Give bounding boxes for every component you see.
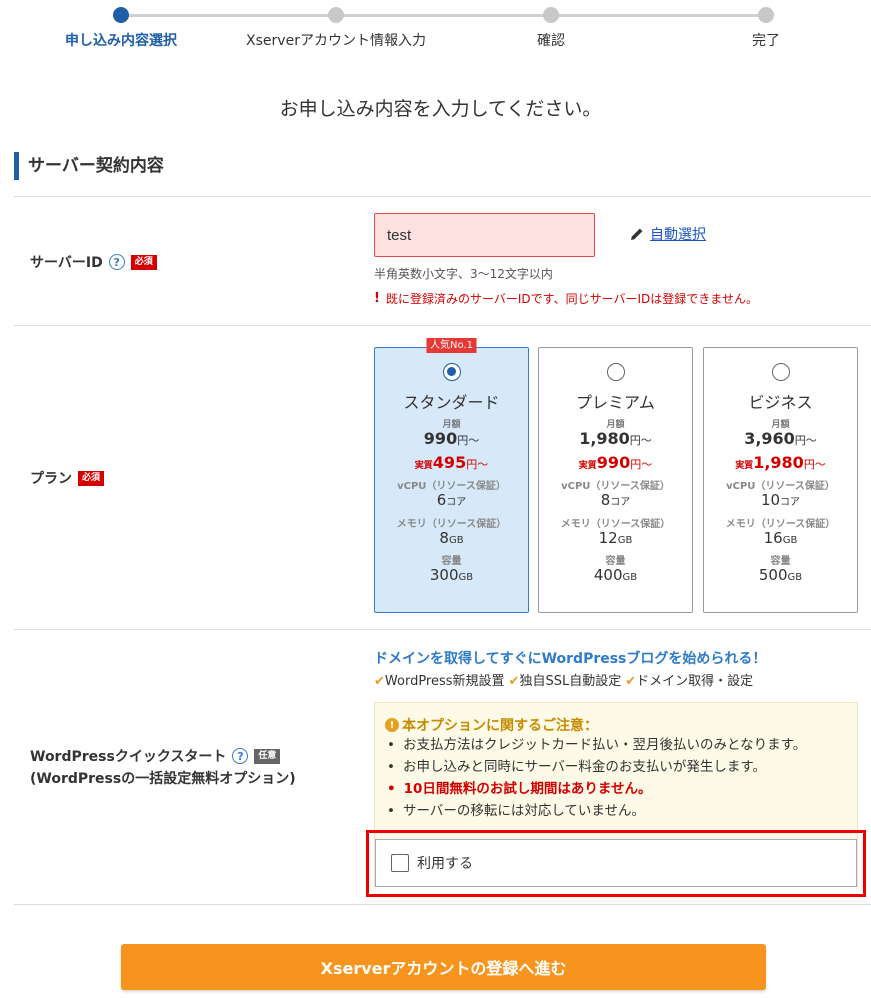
submit-button[interactable]: Xserverアカウントの登録へ進む [121, 944, 766, 990]
memory-label: メモリ（リソース保証） [396, 518, 507, 530]
step-dot-2 [328, 7, 344, 23]
plan-label-group: プラン 必須 [30, 468, 105, 488]
plan-effective-price: 実質990円～ [578, 452, 653, 472]
pencil-icon [631, 228, 643, 240]
server-id-label-group: サーバーID ? 必須 [30, 252, 157, 272]
wp-sublabel: (WordPressの一括設定無料オプション) [30, 771, 296, 787]
plan-card-business[interactable]: ビジネス 月額 3,960円～ 実質1,980円～ vCPU（リソース保証） 1… [703, 347, 858, 613]
plan-name: ビジネス [748, 393, 813, 412]
divider [14, 629, 871, 630]
error-icon: ! [374, 291, 380, 306]
plan-label: プラン [30, 471, 72, 487]
required-badge: 必須 [130, 254, 157, 270]
feature-item: ✔独自SSL自動設定 [508, 674, 622, 689]
use-option-highlight: 利用する [366, 830, 866, 897]
stepper-track [121, 14, 766, 17]
check-icon: ✔ [625, 674, 637, 689]
memory-value: 12GB [598, 528, 633, 547]
plan-radio-premium[interactable] [606, 363, 625, 381]
notice-title: ! 本オプションに関するご注意： [385, 715, 598, 735]
step-label-1: 申し込み内容選択 [65, 33, 177, 49]
vcpu-value: 6コア [436, 491, 467, 510]
plan-effective-price: 実質1,980円～ [735, 452, 826, 472]
warning-icon: ! [385, 718, 399, 732]
auto-select-label: 自動選択 [650, 227, 706, 243]
storage-label: 容量 [441, 556, 462, 568]
storage-value: 400GB [593, 566, 638, 585]
plan-name: スタンダード [403, 393, 500, 412]
help-icon[interactable]: ? [232, 748, 249, 764]
required-badge: 必須 [78, 470, 105, 486]
use-label: 利用する [417, 856, 473, 872]
vcpu-label: vCPU（リソース保証） [397, 481, 506, 493]
step-dot-4 [758, 7, 774, 23]
step-dot-3 [543, 7, 559, 23]
server-id-input[interactable] [374, 213, 595, 257]
wp-label-group: WordPressクイックスタート ? 任意 [30, 746, 281, 766]
server-id-error: ! 既に登録済みのサーバーIDです、同じサーバーIDは登録できません。 [374, 290, 758, 307]
notice-list: お支払方法はクレジットカード払い・翌月後払いのみとなります。 お申し込みと同時に… [387, 737, 806, 825]
memory-value: 8GB [439, 528, 464, 547]
progress-stepper: 申し込み内容選択 Xserverアカウント情報入力 確認 完了 [0, 0, 871, 60]
vcpu-value: 8コア [600, 491, 631, 510]
notice-item: サーバーの移転には対応していません。 [387, 803, 806, 820]
optional-badge: 任意 [254, 748, 281, 764]
notice-item: 10日間無料のお試し期間はありません。 [387, 781, 806, 798]
step-dot-1 [113, 7, 129, 23]
storage-value: 300GB [429, 566, 474, 585]
plan-effective-price: 実質495円～ [414, 452, 489, 472]
plan-card-standard[interactable]: 人気No.1 スタンダード 月額 990円～ 実質495円～ vCPU（リソース… [374, 338, 529, 613]
section-heading: サーバー契約内容 [14, 152, 164, 180]
memory-label: メモリ（リソース保証） [725, 518, 836, 530]
plan-radio-business[interactable] [771, 363, 790, 381]
feature-item: ✔WordPress新規設置 [374, 674, 505, 689]
memory-label: メモリ（リソース保証） [560, 518, 671, 530]
memory-value: 16GB [763, 528, 798, 547]
vcpu-value: 10コア [760, 491, 801, 510]
auto-select-link[interactable]: 自動選択 [630, 224, 706, 244]
server-id-label: サーバーID [30, 255, 103, 271]
feature-item: ✔ドメイン取得・設定 [625, 674, 754, 689]
step-label-4: 完了 [752, 33, 780, 49]
divider [14, 325, 871, 326]
plan-radio-standard[interactable] [442, 363, 461, 381]
divider [14, 904, 871, 905]
page-title: お申し込み内容を入力してください。 [279, 98, 602, 120]
use-option-row[interactable]: 利用する [375, 839, 857, 887]
plan-price: 990円～ [423, 429, 480, 448]
notice-item: お支払方法はクレジットカード払い・翌月後払いのみとなります。 [387, 737, 806, 754]
wp-features: ✔WordPress新規設置 ✔独自SSL自動設定 ✔ドメイン取得・設定 [374, 670, 753, 689]
vcpu-label: vCPU（リソース保証） [561, 481, 670, 493]
notice-item: お申し込みと同時にサーバー料金のお支払いが発生します。 [387, 759, 806, 776]
notice-title-text: 本オプションに関するご注意： [402, 718, 598, 734]
storage-label: 容量 [770, 556, 791, 568]
plan-card-premium[interactable]: プレミアム 月額 1,980円～ 実質990円～ vCPU（リソース保証） 8コ… [538, 347, 693, 613]
plan-price: 3,960円～ [744, 429, 817, 448]
use-checkbox[interactable] [391, 854, 409, 872]
check-icon: ✔ [374, 674, 385, 689]
step-label-2: Xserverアカウント情報入力 [246, 33, 426, 49]
storage-value: 500GB [758, 566, 803, 585]
server-id-hint: 半角英数小文字、3～12文字以内 [374, 267, 553, 281]
vcpu-label: vCPU（リソース保証） [726, 481, 835, 493]
popular-tag: 人気No.1 [426, 338, 477, 353]
storage-label: 容量 [605, 556, 626, 568]
check-icon: ✔ [508, 674, 520, 689]
plan-price: 1,980円～ [579, 429, 652, 448]
divider [14, 196, 871, 197]
server-id-error-text: 既に登録済みのサーバーIDです、同じサーバーIDは登録できません。 [385, 292, 758, 306]
help-icon[interactable]: ? [108, 254, 125, 270]
wp-lead-text: ドメインを取得してすぐにWordPressブログを始められる！ [374, 651, 767, 667]
step-label-3: 確認 [537, 33, 565, 49]
plan-name: プレミアム [576, 393, 655, 412]
wp-label: WordPressクイックスタート [30, 749, 227, 765]
